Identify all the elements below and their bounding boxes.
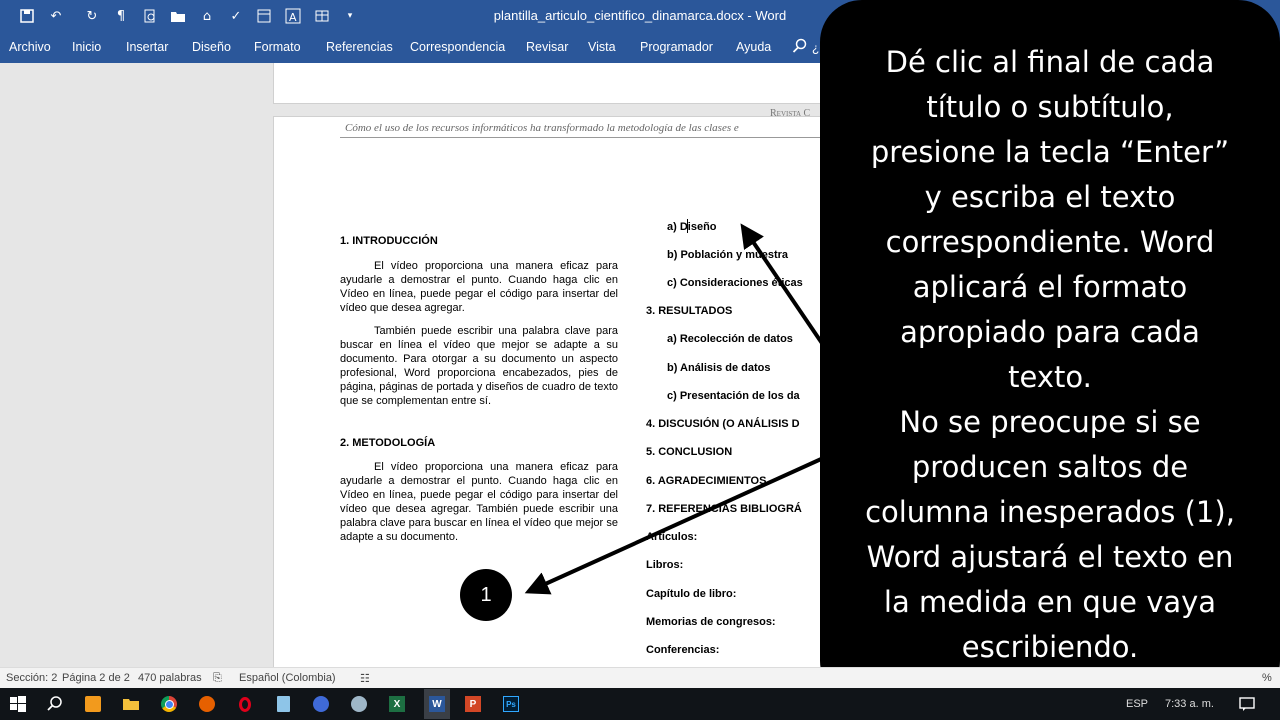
firefox-icon[interactable]: [196, 693, 218, 715]
powerpoint-icon[interactable]: P: [462, 693, 484, 715]
status-words[interactable]: 470 palabras: [138, 672, 202, 684]
status-language[interactable]: Español (Colombia): [239, 672, 336, 684]
opera-icon[interactable]: [234, 693, 256, 715]
taskbar: X W P Ps: [0, 688, 1280, 720]
chrome-icon[interactable]: [158, 693, 180, 715]
network-icon[interactable]: [348, 693, 370, 715]
arrow-to-badge: [524, 453, 831, 595]
sublime-icon[interactable]: [82, 693, 104, 715]
callout-text: Dé clic al final de cada título o subtít…: [865, 45, 1235, 664]
focus-mode-icon[interactable]: ☷: [360, 672, 370, 685]
proofing-icon[interactable]: ⎘: [213, 672, 222, 685]
taskbar-language[interactable]: ESP: [1126, 698, 1148, 710]
word-icon[interactable]: W: [424, 689, 450, 719]
windows-start-icon[interactable]: [7, 693, 29, 715]
excel-icon[interactable]: X: [386, 693, 408, 715]
pen-icon[interactable]: [310, 693, 332, 715]
callout-badge-1: 1: [460, 569, 512, 621]
taskbar-clock[interactable]: 7:33 a. m.: [1165, 698, 1214, 710]
photoshop-icon[interactable]: Ps: [500, 693, 522, 715]
status-bar: Sección: 2 Página 2 de 2 470 palabras ⎘ …: [0, 667, 1280, 689]
instruction-callout: Dé clic al final de cada título o subtít…: [820, 0, 1280, 703]
arrow-to-diseno: [740, 223, 832, 357]
status-section[interactable]: Sección: 2: [6, 672, 57, 684]
notepad-icon[interactable]: [272, 693, 294, 715]
status-page[interactable]: Página 2 de 2: [62, 672, 130, 684]
zoom-level[interactable]: %: [1262, 672, 1272, 684]
file-explorer-icon[interactable]: [120, 693, 142, 715]
notifications-icon[interactable]: [1236, 693, 1258, 715]
search-icon[interactable]: [44, 693, 66, 715]
